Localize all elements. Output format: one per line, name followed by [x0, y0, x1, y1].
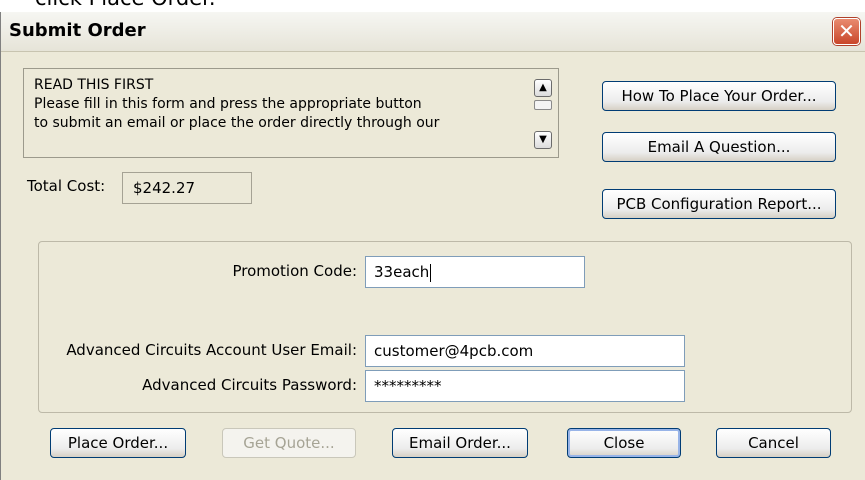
cancel-button[interactable]: Cancel [716, 428, 831, 458]
promotion-code-value: 33each [374, 263, 430, 281]
instructions-text: READ THIS FIRST Please fill in this form… [34, 76, 524, 133]
close-window-button[interactable]: ✕ [833, 18, 860, 45]
pcb-configuration-report-button[interactable]: PCB Configuration Report... [602, 189, 836, 219]
close-button[interactable]: Close [567, 428, 681, 458]
total-cost-value: $242.27 [122, 172, 252, 204]
promotion-code-label: Promotion Code: [232, 262, 357, 280]
text-cursor [430, 263, 432, 282]
account-email-label: Advanced Circuits Account User Email: [66, 341, 357, 359]
account-email-input[interactable]: customer@4pcb.com [365, 335, 685, 367]
instructions-textbox[interactable]: READ THIS FIRST Please fill in this form… [23, 68, 559, 158]
scroll-down-button[interactable]: ▼ [534, 131, 552, 149]
scroll-up-button[interactable]: ▲ [534, 79, 552, 97]
total-cost-label: Total Cost: [27, 177, 106, 195]
promotion-code-input[interactable]: 33each [365, 256, 585, 288]
instructions-line-1: READ THIS FIRST [34, 77, 154, 93]
instructions-line-2: Please fill in this form and press the a… [34, 96, 422, 112]
down-arrow-icon: ▼ [539, 134, 547, 145]
account-password-input[interactable]: ********* [365, 370, 685, 402]
up-arrow-icon: ▲ [539, 82, 547, 93]
how-to-place-order-button[interactable]: How To Place Your Order... [602, 81, 836, 111]
email-order-button[interactable]: Email Order... [392, 428, 528, 458]
close-icon: ✕ [838, 19, 855, 43]
get-quote-button[interactable]: Get Quote... [222, 428, 356, 458]
instructions-line-3: to submit an email or place the order di… [34, 115, 440, 131]
scrollbar-thumb[interactable] [534, 100, 552, 110]
instruction-text: click Place Order. [35, 0, 216, 10]
email-question-button[interactable]: Email A Question... [602, 132, 836, 162]
title-bar: Submit Order ✕ [1, 12, 865, 52]
submit-order-dialog: Submit Order ✕ READ THIS FIRST Please fi… [0, 12, 865, 480]
place-order-button[interactable]: Place Order... [50, 428, 186, 458]
account-password-label: Advanced Circuits Password: [142, 376, 357, 394]
dialog-title: Submit Order [9, 20, 146, 41]
